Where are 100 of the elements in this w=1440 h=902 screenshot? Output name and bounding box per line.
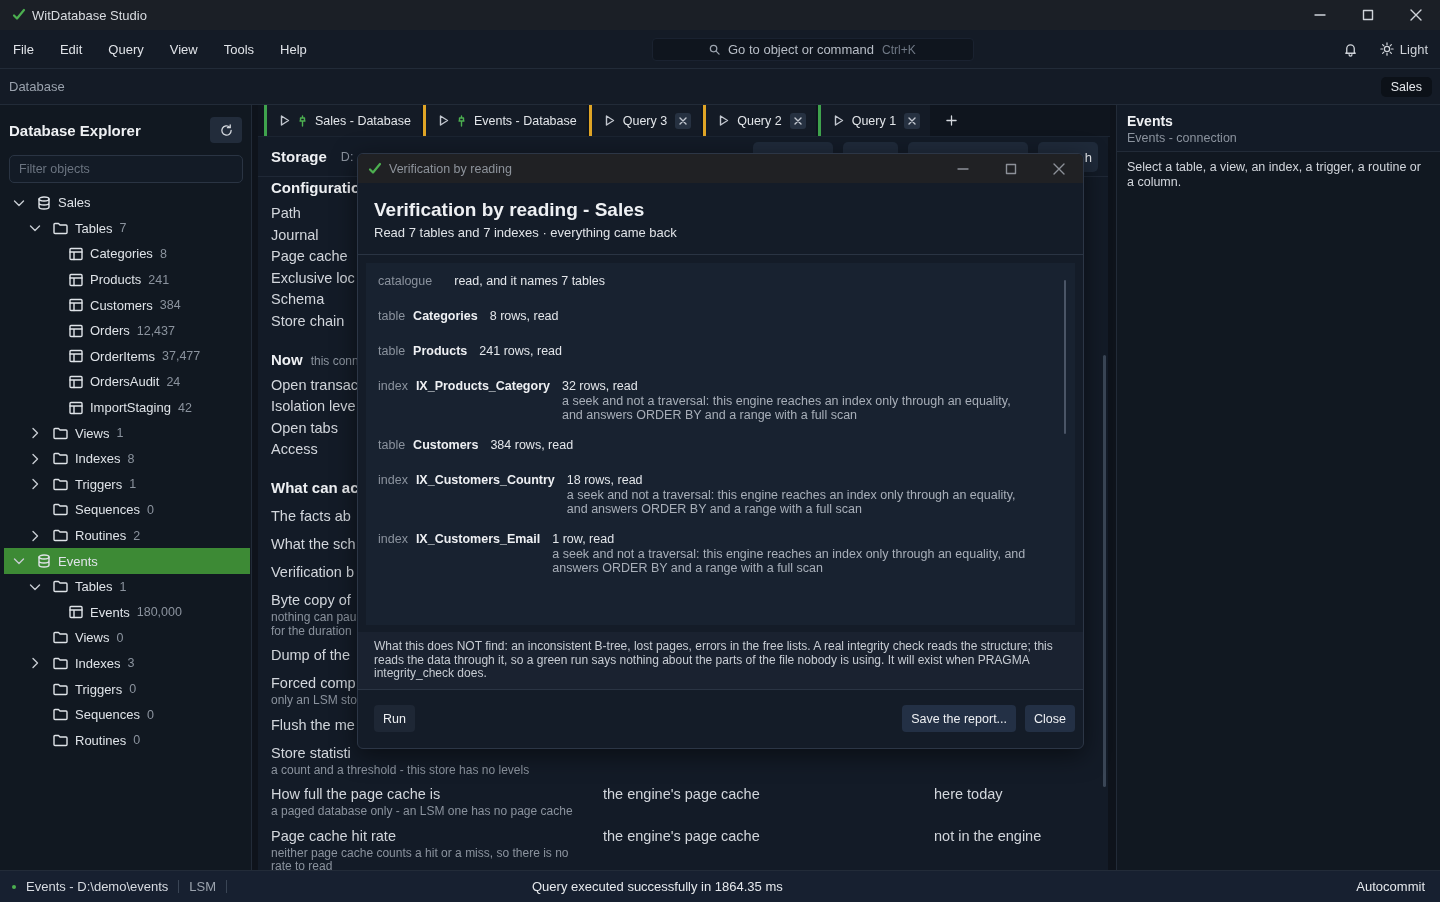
folder-icon	[53, 529, 68, 542]
row-label: Path	[271, 204, 301, 223]
object-type: table	[378, 438, 406, 453]
chevron-right-icon[interactable]	[29, 529, 41, 542]
menu-item[interactable]: Query	[99, 35, 153, 63]
sun-icon	[1379, 42, 1394, 56]
save-report-button[interactable]: Save the report...	[902, 705, 1017, 733]
object-name: IX_Products_Category	[415, 379, 550, 394]
editor-tab[interactable]: Query 1	[817, 105, 931, 136]
tree-item[interactable]: Events 180,000	[4, 599, 250, 626]
item-count: 7	[119, 221, 127, 236]
row-label: Verification b	[271, 563, 355, 583]
object-type: catalogue	[378, 274, 433, 289]
result-text: 384 rows, read	[490, 438, 575, 453]
close-button[interactable]: Close	[1025, 705, 1075, 733]
row-label: Store statisti	[271, 743, 351, 763]
maximize-icon[interactable]	[1362, 9, 1374, 21]
panel-subtitle: Events - connection	[1127, 131, 1238, 145]
row-description: only an LSM sto	[271, 694, 359, 708]
play-icon	[604, 115, 615, 126]
tree-item[interactable]: Indexes 8	[4, 445, 250, 472]
file-path: D:	[340, 149, 354, 164]
row-description: nothing can pau	[271, 611, 358, 625]
row-label: Dump of the	[271, 646, 350, 666]
run-button[interactable]: Run	[374, 705, 415, 733]
table-icon	[69, 272, 83, 287]
chevron-right-icon[interactable]	[29, 427, 41, 440]
scrollbar[interactable]	[1103, 355, 1106, 787]
tree-item[interactable]: Indexes 3	[4, 650, 250, 677]
tree-item[interactable]: Triggers 0	[4, 676, 250, 702]
tree-item[interactable]: Sales	[4, 190, 250, 216]
item-count: 0	[133, 733, 141, 748]
tree-item[interactable]: Tables 1	[4, 573, 250, 600]
menu-item[interactable]: File	[4, 35, 43, 63]
menu-item[interactable]: View	[160, 35, 207, 63]
item-count: 0	[116, 630, 124, 645]
folder-icon	[53, 221, 68, 235]
tree-item[interactable]: Orders 12,437	[4, 317, 250, 344]
chevron-right-icon[interactable]	[29, 452, 41, 465]
object-type: index	[378, 379, 408, 394]
tree-item[interactable]: Views 1	[4, 420, 250, 446]
maximize-icon[interactable]	[1005, 162, 1017, 175]
hint-text: Select a table, a view, an index, a trigger, a routine or a column.	[1127, 160, 1422, 190]
editor-tab[interactable]: Sales - Database	[264, 105, 421, 136]
row-label: Journal	[271, 225, 319, 245]
editor-tab[interactable]: Query 3	[588, 105, 702, 136]
row-label: Isolation leve	[271, 397, 356, 417]
editor-tab[interactable]: Events - Database	[422, 105, 587, 136]
menu-item[interactable]: Tools	[214, 35, 264, 63]
close-tab-button[interactable]	[675, 112, 692, 129]
row-label: Store chain	[271, 311, 345, 331]
tree-item[interactable]: OrdersAudit 24	[4, 369, 250, 395]
menu-item[interactable]: Edit	[50, 35, 92, 63]
folder-icon	[53, 682, 68, 696]
close-icon	[793, 116, 802, 125]
tree-item[interactable]: Tables 7	[4, 215, 250, 242]
tree-item[interactable]: Routines 0	[4, 727, 250, 754]
result-note: a seek and not a traversal: this engine reaches an index only through an equality, and answers ORDER BY and a range with a full scan	[561, 394, 1012, 422]
item-count: 12,437	[136, 323, 175, 338]
tree-item[interactable]: OrderItems 37,477	[4, 343, 250, 370]
result-note: a seek and not a traversal: this engine reaches an index only through an equality, and answers ORDER BY and a range with a full scan	[566, 488, 1017, 516]
item-count: 8	[159, 247, 167, 261]
check-logo-icon	[368, 161, 382, 176]
tree-item[interactable]: ImportStaging 42	[4, 394, 250, 421]
table-icon	[69, 349, 83, 364]
tree-item[interactable]: Views 0	[4, 625, 250, 651]
row-label: Flush the me	[271, 715, 355, 735]
object-type: table	[378, 309, 406, 324]
tree-item[interactable]: Routines 2	[4, 522, 250, 549]
tree-item[interactable]: Categories 8	[4, 241, 250, 267]
tree-item[interactable]: Triggers 1	[4, 471, 250, 498]
item-count: 0	[147, 707, 154, 722]
tree-item[interactable]: Sequences 0	[4, 701, 250, 728]
close-icon[interactable]	[1053, 162, 1065, 175]
row-label: Page cache	[271, 247, 348, 267]
row-label: Access	[271, 440, 318, 460]
close-icon[interactable]	[1410, 9, 1422, 21]
menu-item[interactable]: Help	[271, 35, 316, 63]
table-icon	[69, 605, 83, 620]
result-text: 241 rows, read	[479, 344, 563, 359]
close-tab-button[interactable]	[789, 112, 806, 129]
chevron-right-icon[interactable]	[29, 657, 41, 670]
refresh-button[interactable]	[210, 117, 242, 143]
filter-field[interactable]: Filter objects	[9, 155, 243, 183]
connection-label: Events - D:\demo\events	[26, 879, 169, 894]
status-dot	[12, 884, 16, 889]
tree-item[interactable]: Customers 384	[4, 292, 250, 318]
tree-item[interactable]: Products 241	[4, 266, 250, 293]
chevron-right-icon[interactable]	[29, 478, 41, 491]
bell-icon[interactable]	[1342, 41, 1358, 57]
table-cell: the engine's page cache	[603, 827, 760, 844]
tree-item[interactable]: Sequences 0	[4, 497, 250, 523]
editor-tab[interactable]: Query 2	[703, 105, 816, 136]
database-icon	[37, 195, 51, 210]
close-icon	[908, 116, 917, 125]
plug-icon	[298, 114, 307, 127]
object-type: table	[378, 344, 406, 359]
scrollbar[interactable]	[1064, 280, 1066, 434]
theme-toggle-button[interactable]: Light	[1375, 39, 1432, 59]
close-tab-button[interactable]	[904, 112, 921, 129]
